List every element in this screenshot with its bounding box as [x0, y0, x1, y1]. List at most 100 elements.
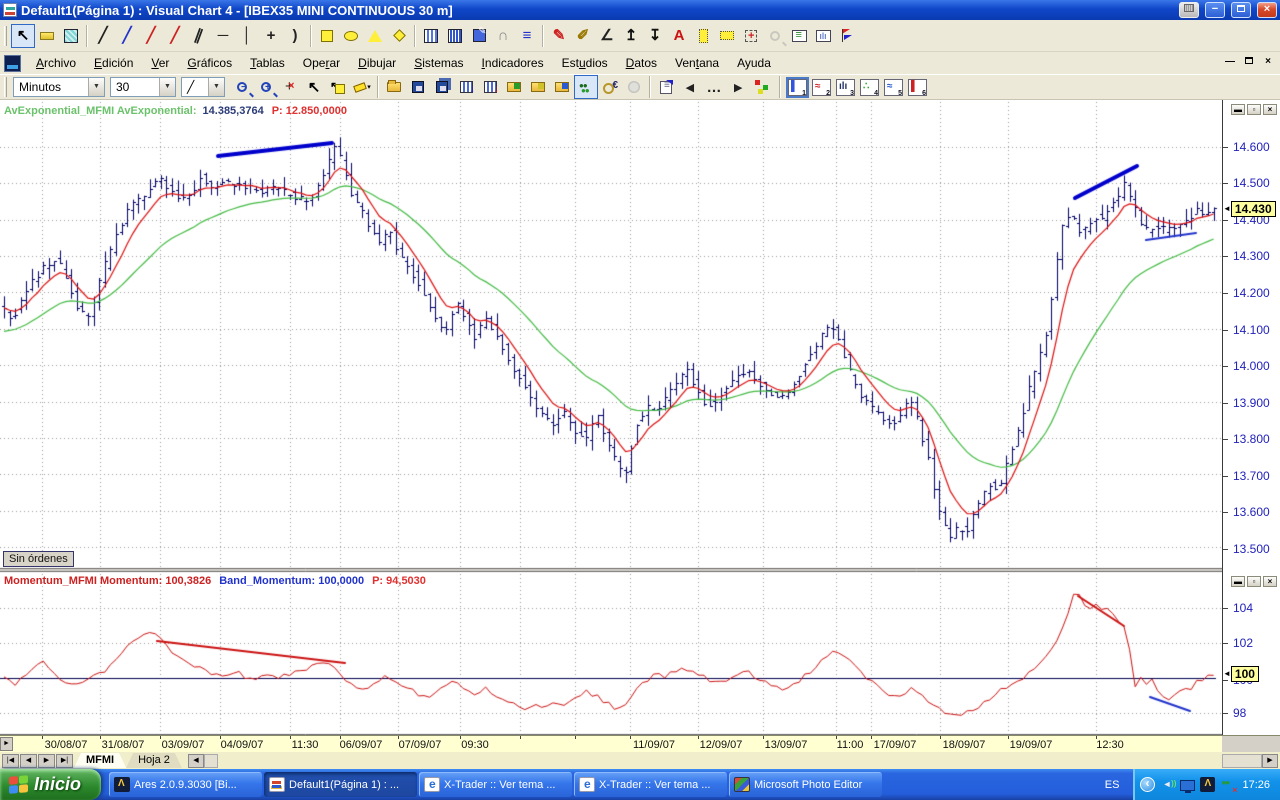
pane-minimize-button[interactable]: ▬ — [1231, 104, 1245, 115]
crosshair-off-button[interactable] — [278, 75, 302, 99]
properties-button[interactable] — [654, 75, 678, 99]
panel-chart-tool[interactable] — [811, 24, 835, 48]
sheet-tab-mfmi[interactable]: MFMI — [74, 753, 126, 768]
menu-sistemas[interactable]: Sistemas — [405, 53, 472, 73]
chart-area[interactable]: AvExponential_MFMI AvExponential: 14.385,… — [0, 100, 1222, 735]
pane-maximize-button[interactable]: ▫ — [1247, 104, 1261, 115]
panel-button[interactable] — [1179, 2, 1199, 18]
trendline-red-tool[interactable]: ╱ — [139, 24, 163, 48]
zoom-in-button[interactable]: + — [254, 75, 278, 99]
hscroll-right-button[interactable]: ▶ — [1262, 753, 1278, 768]
notes-tool[interactable]: ≡ — [515, 24, 539, 48]
panel-notes-tool[interactable] — [787, 24, 811, 48]
time-axis[interactable]: ► 30/08/07 31/08/07 03/09/07 04/09/07 11:30 0… — [0, 735, 1222, 752]
region-tool[interactable] — [59, 24, 83, 48]
measure-tool[interactable] — [35, 24, 59, 48]
mdi-close-button[interactable]: × — [1260, 55, 1276, 69]
line-style-select[interactable]: ╱ ▼ — [181, 77, 225, 97]
menu-edicion[interactable]: Edición — [85, 53, 142, 73]
key-euro-button[interactable] — [598, 75, 622, 99]
export-data-button[interactable] — [478, 75, 502, 99]
sheet-tab-hoja2[interactable]: Hoja 2 — [126, 753, 182, 768]
taskbar-button-0[interactable]: Ares 2.0.9.3030 [Bi... — [109, 772, 263, 797]
folder-chart-blue-button[interactable] — [550, 75, 574, 99]
angle-tool[interactable]: ∠ — [595, 24, 619, 48]
start-button[interactable]: Inicio — [0, 769, 102, 800]
menu-ayuda[interactable]: Ayuda — [728, 53, 780, 73]
dropdown-arrow-icon[interactable]: ▼ — [88, 78, 104, 96]
no-orders-badge[interactable]: Sin órdenes — [3, 551, 74, 567]
vertical-line-tool[interactable]: │ — [235, 24, 259, 48]
nav-right-button[interactable]: ▸ — [726, 75, 750, 99]
chart-type-4-button[interactable]: ∴ 4 — [858, 77, 881, 98]
arrow-down-tool[interactable]: ↧ — [643, 24, 667, 48]
diamond-shape-tool[interactable] — [387, 24, 411, 48]
import-data-button[interactable] — [454, 75, 478, 99]
arcs-tool[interactable]: ∩ — [491, 24, 515, 48]
triangle-shape-tool[interactable] — [363, 24, 387, 48]
axis-scroll-button[interactable]: ► — [0, 737, 13, 751]
rectangle-shape-tool[interactable] — [315, 24, 339, 48]
hide-icons-chevron[interactable] — [1140, 776, 1156, 792]
toolbar-grip[interactable] — [4, 25, 7, 46]
menu-archivo[interactable]: Archivo — [27, 53, 85, 73]
language-indicator[interactable]: ES — [1105, 779, 1120, 791]
chart-edit-tool[interactable] — [467, 24, 491, 48]
chart-type-6-button[interactable]: ▌ 6 — [906, 77, 929, 98]
nav-left-button[interactable]: ◂ — [678, 75, 702, 99]
link-objects-button[interactable] — [750, 75, 774, 99]
ares-tray-icon[interactable] — [1200, 777, 1216, 792]
modify-objects-tool[interactable]: ✎ — [547, 24, 571, 48]
taskbar-button-3[interactable]: X-Trader :: Ver tema ... — [574, 772, 728, 797]
pointer-note-button[interactable] — [326, 75, 350, 99]
price-axis[interactable]: ▬ ▫ × ▬ ▫ × 14.600 14.500 14.400 14.300 14.2… — [1222, 100, 1280, 735]
trendline-blue-tool[interactable]: ╱ — [115, 24, 139, 48]
nav-ellipsis-button[interactable]: … — [702, 75, 726, 99]
folder-chart-yellow-button[interactable] — [526, 75, 550, 99]
save-button[interactable] — [406, 75, 430, 99]
menu-datos[interactable]: Datos — [617, 53, 666, 73]
dropdown-arrow-icon[interactable]: ▼ — [208, 78, 224, 96]
curve-tool[interactable]: ) — [283, 24, 307, 48]
brush-tool[interactable]: ✐ — [571, 24, 595, 48]
taskbar-button-2[interactable]: X-Trader :: Ver tema ... — [419, 772, 573, 797]
trendline-black-tool[interactable]: ╱ — [91, 24, 115, 48]
pointer-tool[interactable]: ↖ — [11, 23, 35, 48]
period-unit-select[interactable]: Minutos ▼ — [13, 77, 105, 97]
menu-ver[interactable]: Ver — [142, 53, 178, 73]
volume-icon[interactable] — [1160, 777, 1176, 792]
chart-canvas[interactable] — [0, 100, 1222, 735]
taskbar-button-4[interactable]: Microsoft Photo Editor — [729, 772, 883, 797]
zoom-out-button[interactable]: − — [230, 75, 254, 99]
menu-dibujar[interactable]: Dibujar — [349, 53, 405, 73]
child-window-icon[interactable] — [4, 54, 21, 72]
hscroll-track[interactable] — [1222, 753, 1262, 768]
histogram-tool[interactable] — [419, 24, 443, 48]
histogram-dense-tool[interactable] — [443, 24, 467, 48]
parallel-lines-tool[interactable]: ∥ — [187, 24, 211, 48]
pane-minimize-button[interactable]: ▬ — [1231, 576, 1245, 587]
marker-button[interactable]: ▾ — [350, 75, 374, 99]
close-button[interactable]: × — [1257, 2, 1277, 18]
ellipse-shape-tool[interactable] — [339, 24, 363, 48]
horizontal-line-tool[interactable]: ─ — [211, 24, 235, 48]
menu-estudios[interactable]: Estudios — [553, 53, 617, 73]
folder-chart-green-button[interactable] — [502, 75, 526, 99]
menu-graficos[interactable]: Gráficos — [178, 53, 241, 73]
tab-scroll-track[interactable] — [203, 753, 218, 768]
cross-line-tool[interactable]: + — [259, 24, 283, 48]
pane-close-button[interactable]: × — [1263, 104, 1277, 115]
taskbar-button-1[interactable]: Default1(Página 1) : ... — [264, 772, 418, 797]
mdi-restore-button[interactable] — [1241, 55, 1257, 69]
chart-type-1-button[interactable]: ▌ 1 — [786, 76, 809, 98]
trendline-mixed-tool[interactable]: ╱ — [163, 24, 187, 48]
dropdown-arrow-icon[interactable]: ▼ — [159, 78, 175, 96]
chart-type-2-button[interactable]: ≈2 — [810, 77, 833, 98]
pane-close-button[interactable]: × — [1263, 576, 1277, 587]
tab-next-button[interactable]: ▶ — [38, 753, 55, 768]
zoom-out-area-tool[interactable] — [763, 24, 787, 48]
offline-users-icon[interactable] — [1220, 777, 1237, 795]
pane-maximize-button[interactable]: ▫ — [1247, 576, 1261, 587]
realtime-connection-button[interactable] — [574, 75, 598, 99]
web-button[interactable] — [622, 75, 646, 99]
